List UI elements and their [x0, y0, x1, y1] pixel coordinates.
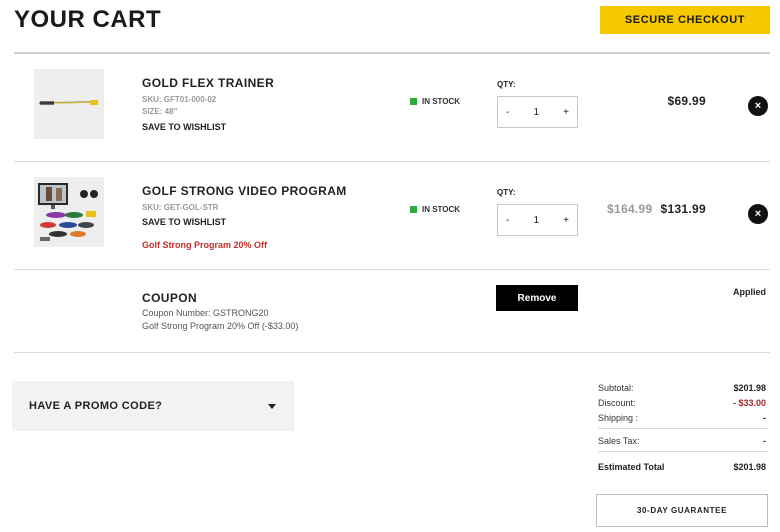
discount-row: Discount: - $33.00 — [598, 398, 766, 408]
coupon-row: COUPON Coupon Number: GSTRONG20 Golf Str… — [14, 270, 770, 352]
coupon-description: Golf Strong Program 20% Off (-$33.00) — [142, 321, 299, 331]
promo-code-label: HAVE A PROMO CODE? — [29, 400, 163, 412]
stock-label: IN STOCK — [422, 97, 461, 106]
product-name[interactable]: GOLD FLEX TRAINER — [142, 76, 274, 90]
coupon-status: Applied — [733, 287, 766, 297]
order-summary: Subtotal: $201.98 Discount: - $33.00 Shi… — [598, 383, 768, 478]
qty-value[interactable]: 1 — [533, 215, 539, 226]
shipping-value: - — [763, 413, 766, 423]
quantity-stepper: - 1 + — [497, 96, 578, 128]
product-sku: SKU: GET-GOL-STR — [142, 203, 219, 212]
estimated-total-value: $201.98 — [733, 462, 766, 472]
estimated-total-label: Estimated Total — [598, 462, 665, 472]
save-to-wishlist-link[interactable]: SAVE TO WISHLIST — [142, 122, 226, 132]
remove-coupon-button[interactable]: Remove — [496, 285, 578, 311]
stock-status: IN STOCK — [410, 205, 460, 214]
close-icon: × — [754, 100, 762, 112]
qty-increase-button[interactable]: + — [563, 215, 569, 226]
remove-item-button[interactable]: × — [748, 96, 768, 116]
item-price: $69.99 — [667, 94, 706, 108]
quantity-stepper: - 1 + — [497, 204, 578, 236]
discount-label: Discount: — [598, 398, 636, 408]
product-size: SIZE: 48" — [142, 107, 178, 116]
qty-value[interactable]: 1 — [533, 107, 539, 118]
subtotal-value: $201.98 — [733, 383, 766, 393]
in-stock-indicator-icon — [410, 98, 417, 105]
item-price-group: $164.99 $131.99 — [607, 202, 706, 216]
summary-divider — [598, 428, 768, 429]
summary-divider — [598, 451, 768, 452]
coupon-divider — [14, 352, 770, 353]
promo-code-toggle[interactable]: HAVE A PROMO CODE? — [12, 381, 294, 431]
guarantee-badge[interactable]: 30-DAY GUARANTEE — [596, 494, 768, 527]
original-price: $164.99 — [607, 202, 653, 216]
save-to-wishlist-link[interactable]: SAVE TO WISHLIST — [142, 217, 226, 227]
cart-item: GOLF STRONG VIDEO PROGRAM SKU: GET-GOL-S… — [14, 162, 770, 269]
cart-item: GOLD FLEX TRAINER SKU: GFT01-000-02 SIZE… — [14, 54, 770, 161]
item-price: $131.99 — [660, 202, 706, 216]
product-image[interactable] — [34, 177, 104, 247]
sales-tax-label: Sales Tax: — [598, 436, 640, 446]
coupon-title: COUPON — [142, 291, 198, 305]
qty-decrease-button[interactable]: - — [506, 107, 509, 118]
qty-label: QTY: — [497, 80, 516, 89]
product-name[interactable]: GOLF STRONG VIDEO PROGRAM — [142, 184, 347, 198]
product-sku: SKU: GFT01-000-02 — [142, 95, 217, 104]
gold-flex-trainer-image — [38, 100, 98, 105]
item-promo-note: Golf Strong Program 20% Off — [142, 240, 268, 250]
sales-tax-row: Sales Tax: - — [598, 436, 766, 446]
estimated-total-row: Estimated Total $201.98 — [598, 462, 766, 472]
shipping-label: Shipping : — [598, 413, 639, 423]
subtotal-row: Subtotal: $201.98 — [598, 383, 766, 393]
stock-status: IN STOCK — [410, 97, 460, 106]
qty-increase-button[interactable]: + — [563, 107, 569, 118]
sales-tax-value: - — [763, 436, 766, 446]
qty-decrease-button[interactable]: - — [506, 215, 509, 226]
stock-label: IN STOCK — [422, 205, 461, 214]
golf-strong-program-image — [38, 183, 98, 241]
in-stock-indicator-icon — [410, 206, 417, 213]
chevron-down-icon — [268, 403, 276, 409]
page-title: YOUR CART — [14, 6, 162, 33]
secure-checkout-button[interactable]: SECURE CHECKOUT — [600, 6, 770, 34]
subtotal-label: Subtotal: — [598, 383, 634, 393]
discount-value: - $33.00 — [732, 398, 766, 408]
shipping-row: Shipping : - — [598, 413, 766, 423]
qty-label: QTY: — [497, 188, 516, 197]
close-icon: × — [754, 208, 762, 220]
coupon-number: Coupon Number: GSTRONG20 — [142, 308, 269, 318]
remove-item-button[interactable]: × — [748, 204, 768, 224]
product-image[interactable] — [34, 69, 104, 139]
